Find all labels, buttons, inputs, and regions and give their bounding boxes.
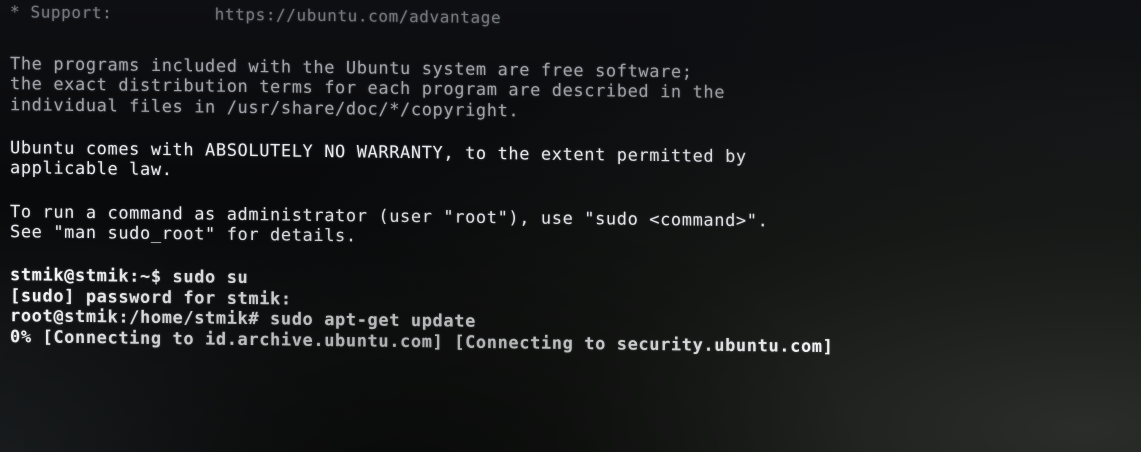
progress-line: 0% [Connecting to id.archive.ubuntu.com]… xyxy=(10,327,834,358)
terminal-photo: * Support: https://ubuntu.com/advantage … xyxy=(0,0,1141,452)
sudo-hint-line-2: See "man sudo_root" for details. xyxy=(10,222,357,247)
support-line: * Support: https://ubuntu.com/advantage xyxy=(10,2,502,28)
terminal-screen[interactable]: * Support: https://ubuntu.com/advantage … xyxy=(0,0,1141,452)
warranty-line-2: applicable law. xyxy=(10,158,173,181)
command-line-1: stmik@stmik:~$ sudo su xyxy=(10,265,249,289)
